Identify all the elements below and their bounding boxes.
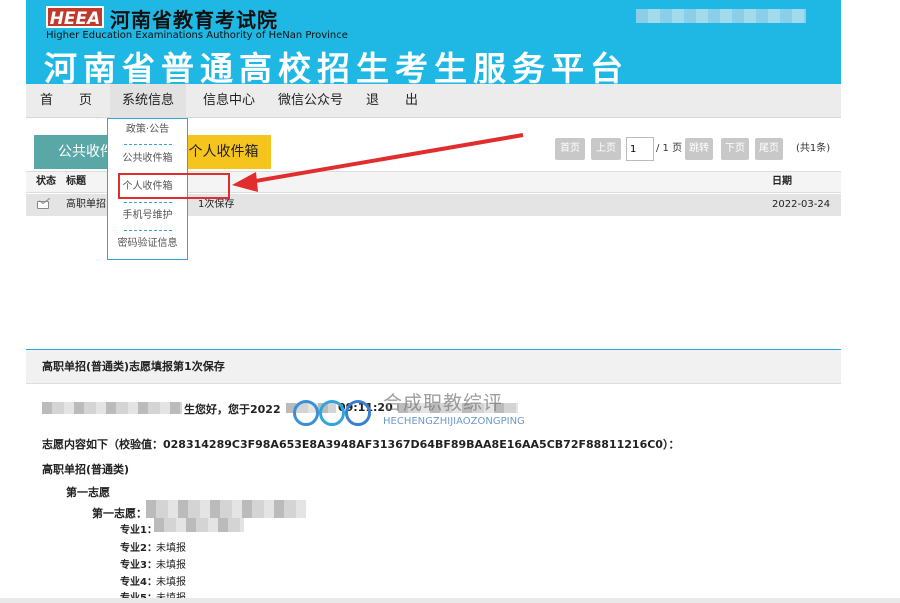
annotation-arrow (232, 133, 524, 192)
blurred-major-1 (154, 518, 244, 532)
major-2-label: 专业2： (120, 543, 157, 554)
major-1-label: 专业1： (120, 525, 157, 536)
watermark-name: 合成职教综评 (383, 392, 504, 414)
choice-header: 第一志愿 (66, 486, 110, 499)
watermark-logo-icon (345, 400, 371, 426)
blurred-school (146, 500, 306, 518)
content-checksum-line: 志愿内容如下（校验值：028314289C3F98A653E8A3948AF31… (42, 438, 680, 451)
horizontal-scrollbar[interactable] (0, 598, 900, 603)
greeting-text: 生您好，您于2022 (184, 403, 281, 416)
browser-page: HEEA 河南省教育考试院 Higher Education Examinati… (26, 0, 841, 603)
major-4-label: 专业4： (120, 577, 157, 588)
major-3-value: 未填报 (156, 560, 186, 571)
choice-label: 第一志愿： (92, 507, 147, 520)
watermark-logo-icon (319, 400, 345, 426)
blurred-name (42, 402, 182, 414)
major-4-value: 未填报 (156, 577, 186, 588)
page-margin (841, 0, 900, 603)
major-3-label: 专业3： (120, 560, 157, 571)
watermark: 合成职教综评 HECHENGZHIJIAOZONGPING (291, 386, 561, 434)
watermark-pinyin: HECHENGZHIJIAOZONGPING (383, 416, 525, 427)
detail-title-bar: 高职单招(普通类)志愿填报第1次保存 (26, 350, 841, 384)
category-label: 高职单招(普通类) (42, 463, 130, 476)
watermark-logo-icon (293, 400, 319, 426)
major-2-value: 未填报 (156, 543, 186, 554)
detail-title: 高职单招(普通类)志愿填报第1次保存 (42, 360, 225, 373)
